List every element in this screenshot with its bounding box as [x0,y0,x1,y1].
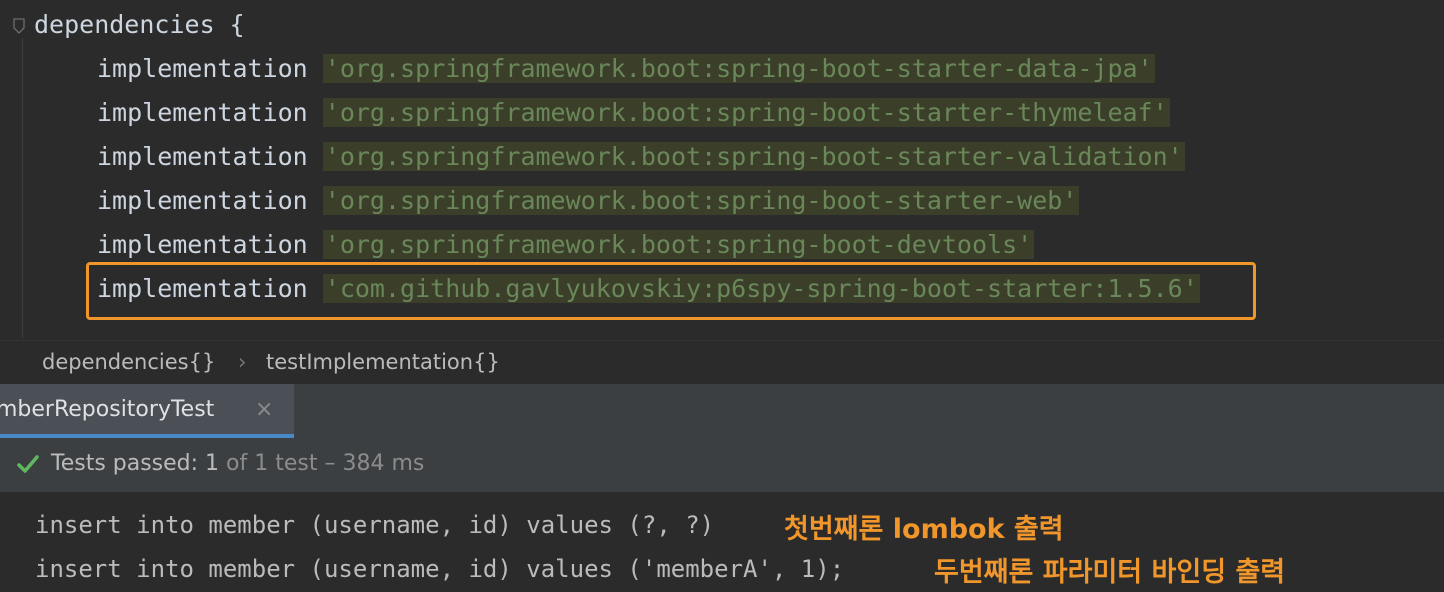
implementation-keyword: implementation [97,230,308,259]
console-output[interactable]: insert into member (username, id) values… [0,492,1444,592]
breadcrumb: dependencies{} › testImplementation{} [0,340,1444,385]
code-line-dep-1: implementation 'org.springframework.boot… [34,49,1155,89]
fold-icon[interactable] [13,18,25,34]
implementation-keyword: implementation [97,142,308,171]
test-status-bar: Tests passed: 1 of 1 test – 384 ms [0,438,1444,492]
run-tab-bar: mberRepositoryTest × [0,384,1444,438]
breadcrumb-item-testimplementation[interactable]: testImplementation{} [266,350,500,374]
test-result-text: Tests passed: 1 of 1 test – 384 ms [51,451,424,476]
close-icon[interactable]: × [255,397,273,422]
fold-guide [22,38,23,338]
code-line-dependencies: dependencies { [34,5,245,45]
dependency-string: 'org.springframework.boot:spring-boot-st… [322,142,1185,171]
code-line-dep-5: implementation 'org.springframework.boot… [34,225,1035,265]
tests-passed-label: Tests passed: 1 [51,451,220,476]
tab-label: mberRepositoryTest [0,397,215,422]
console-line-2: insert into member (username, id) values… [35,555,845,583]
dependency-string: 'org.springframework.boot:spring-boot-st… [322,54,1155,83]
dependencies-block-open: dependencies { [34,10,245,39]
code-line-dep-4: implementation 'org.springframework.boot… [34,181,1080,221]
check-icon [17,455,39,473]
implementation-keyword: implementation [97,54,308,83]
code-editor[interactable]: dependencies { implementation 'org.sprin… [0,0,1444,340]
dependency-string: 'org.springframework.boot:spring-boot-de… [322,230,1035,259]
implementation-keyword: implementation [97,98,308,127]
annotation-second: 두번째론 파라미터 바인딩 출력 [934,557,1286,588]
tests-detail: of 1 test – 384 ms [219,451,425,476]
console-line-1: insert into member (username, id) values… [35,511,715,539]
dependency-string: 'org.springframework.boot:spring-boot-st… [322,98,1170,127]
code-line-dep-2: implementation 'org.springframework.boot… [34,93,1170,133]
dependency-string: 'org.springframework.boot:spring-boot-st… [322,186,1080,215]
annotation-first: 첫번째론 lombok 출력 [784,514,1064,545]
implementation-keyword: implementation [97,186,308,215]
code-line-dep-3: implementation 'org.springframework.boot… [34,137,1185,177]
tab-member-repository-test[interactable]: mberRepositoryTest × [0,384,294,438]
breadcrumb-separator: › [238,350,247,374]
breadcrumb-item-dependencies[interactable]: dependencies{} [42,350,215,374]
highlight-box-p6spy [86,262,1256,320]
